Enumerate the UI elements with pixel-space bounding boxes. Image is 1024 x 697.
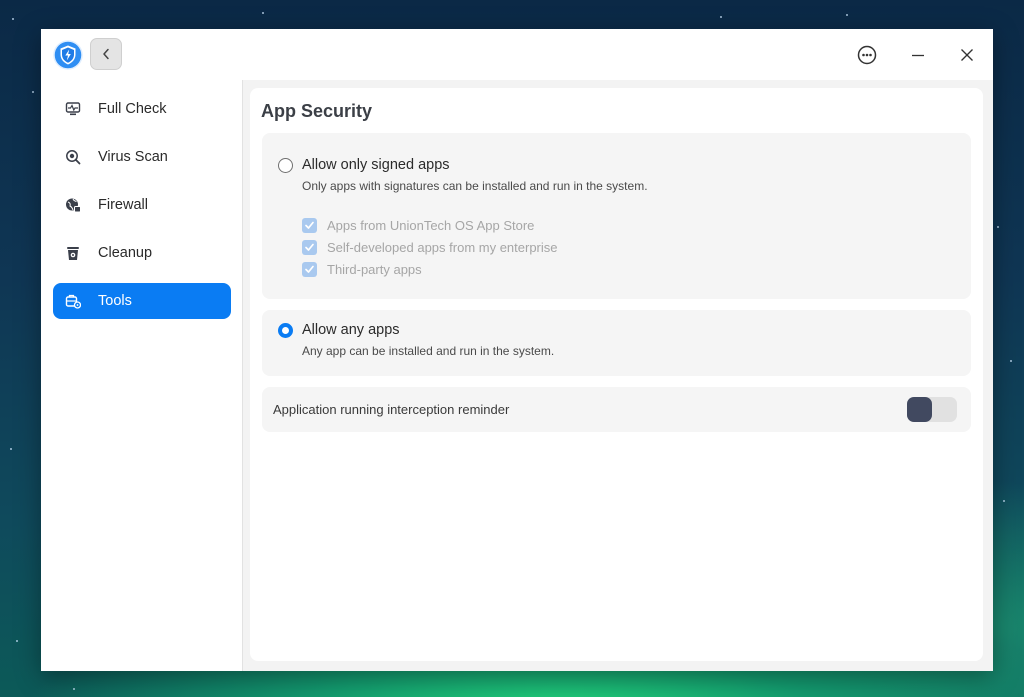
sidebar-item-virus-scan[interactable]: Virus Scan [53,139,231,175]
interception-reminder-card: Application running interception reminde… [262,387,971,432]
sidebar-item-label: Tools [98,293,132,309]
checkbox-checked[interactable] [302,261,317,277]
close-button[interactable] [954,42,980,68]
security-shield-logo-icon [53,40,83,70]
sidebar-item-label: Virus Scan [98,149,168,165]
signed-apps-radio[interactable] [278,158,293,173]
sidebar-item-cleanup[interactable]: Cleanup [53,235,231,271]
page-title: App Security [261,101,373,121]
back-button[interactable] [90,38,122,70]
app-window: Full Check Virus Scan Firewall Cleanup T… [41,29,993,671]
source-third-party-row[interactable]: Third-party apps [302,260,422,278]
main-panel: App Security Allow only signed apps Only… [250,88,983,661]
minimize-icon [912,54,924,57]
pulse-monitor-icon [64,100,82,118]
any-apps-card: Allow any apps Any app can be installed … [262,310,971,376]
checkbox-checked[interactable] [302,239,317,255]
checkmark-icon [305,265,314,273]
interception-reminder-toggle[interactable] [907,397,957,422]
checkbox-checked[interactable] [302,217,317,233]
titlebar [41,29,993,80]
checkmark-icon [305,243,314,251]
minimize-button[interactable] [905,42,931,68]
close-icon [961,49,973,61]
interception-reminder-label: Application running interception reminde… [273,402,510,417]
sidebar-item-label: Firewall [98,197,148,213]
checkbox-label: Apps from UnionTech OS App Store [327,217,535,233]
checkbox-label: Self-developed apps from my enterprise [327,239,558,255]
signed-apps-description: Only apps with signatures can be install… [302,179,648,193]
sidebar-item-tools[interactable]: Tools [53,283,231,319]
sidebar: Full Check Virus Scan Firewall Cleanup T… [41,80,243,671]
more-dots-icon [857,45,877,65]
checkmark-icon [305,221,314,229]
sidebar-item-full-check[interactable]: Full Check [53,91,231,127]
any-apps-title[interactable]: Allow any apps [302,322,400,338]
scan-search-icon [64,148,82,166]
checkbox-label: Third-party apps [327,261,422,277]
source-app-store-row[interactable]: Apps from UnionTech OS App Store [302,216,534,234]
sidebar-item-label: Cleanup [98,245,153,261]
more-options-button[interactable] [854,42,880,68]
firewall-globe-icon [64,196,82,214]
toolbox-icon [64,292,82,310]
any-apps-description: Any app can be installed and run in the … [302,344,555,358]
source-enterprise-row[interactable]: Self-developed apps from my enterprise [302,238,558,256]
sidebar-item-firewall[interactable]: Firewall [53,187,231,223]
signed-apps-title[interactable]: Allow only signed apps [302,157,450,173]
trash-bin-icon [64,244,82,262]
toggle-knob [907,397,932,422]
any-apps-radio[interactable] [278,323,293,338]
signed-apps-card: Allow only signed apps Only apps with si… [262,133,971,299]
sidebar-item-label: Full Check [98,101,167,117]
chevron-left-icon [103,48,109,60]
